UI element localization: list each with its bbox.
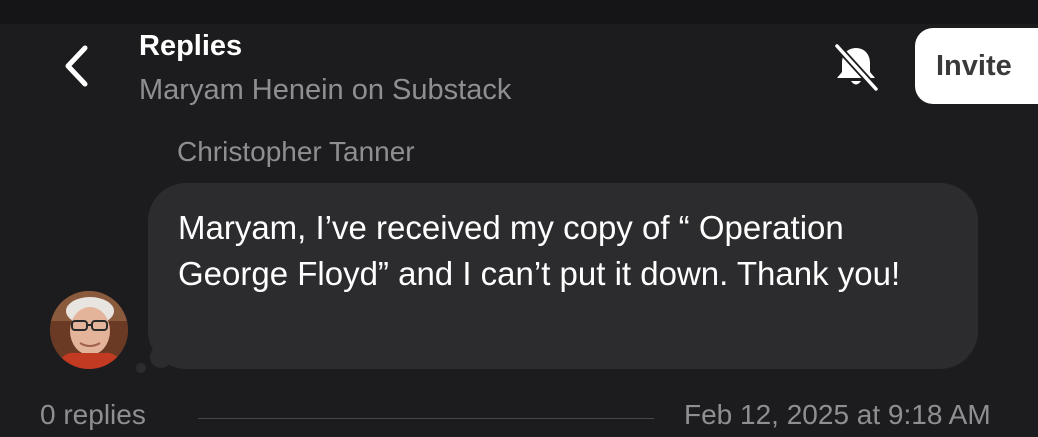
page-title: Replies — [139, 30, 243, 62]
thread-screen: Replies Maryam Henein on Substack Invite… — [0, 0, 1038, 437]
footer-divider — [198, 418, 654, 419]
message-timestamp: Feb 12, 2025 at 9:18 AM — [684, 399, 991, 430]
bubble-tail-dot-small — [136, 363, 146, 373]
sender-name: Christopher Tanner — [177, 136, 415, 167]
avatar[interactable] — [50, 291, 128, 369]
header: Replies Maryam Henein on Substack — [139, 30, 511, 108]
page-subtitle: Maryam Henein on Substack — [139, 74, 512, 106]
bell-slash-icon — [833, 43, 880, 91]
message-text: Maryam, I’ve received my copy of “ Opera… — [178, 209, 901, 292]
invite-button[interactable]: Invite — [915, 28, 1038, 104]
chevron-left-icon — [65, 45, 88, 87]
message-bubble[interactable]: Maryam, I’ve received my copy of “ Opera… — [148, 183, 978, 369]
back-button[interactable] — [52, 38, 100, 94]
bubble-tail-dot — [150, 346, 172, 368]
user-avatar-image — [50, 291, 128, 369]
replies-count[interactable]: 0 replies — [40, 399, 146, 431]
status-bar-strip — [0, 0, 1038, 24]
mute-notifications-button[interactable] — [826, 40, 886, 94]
